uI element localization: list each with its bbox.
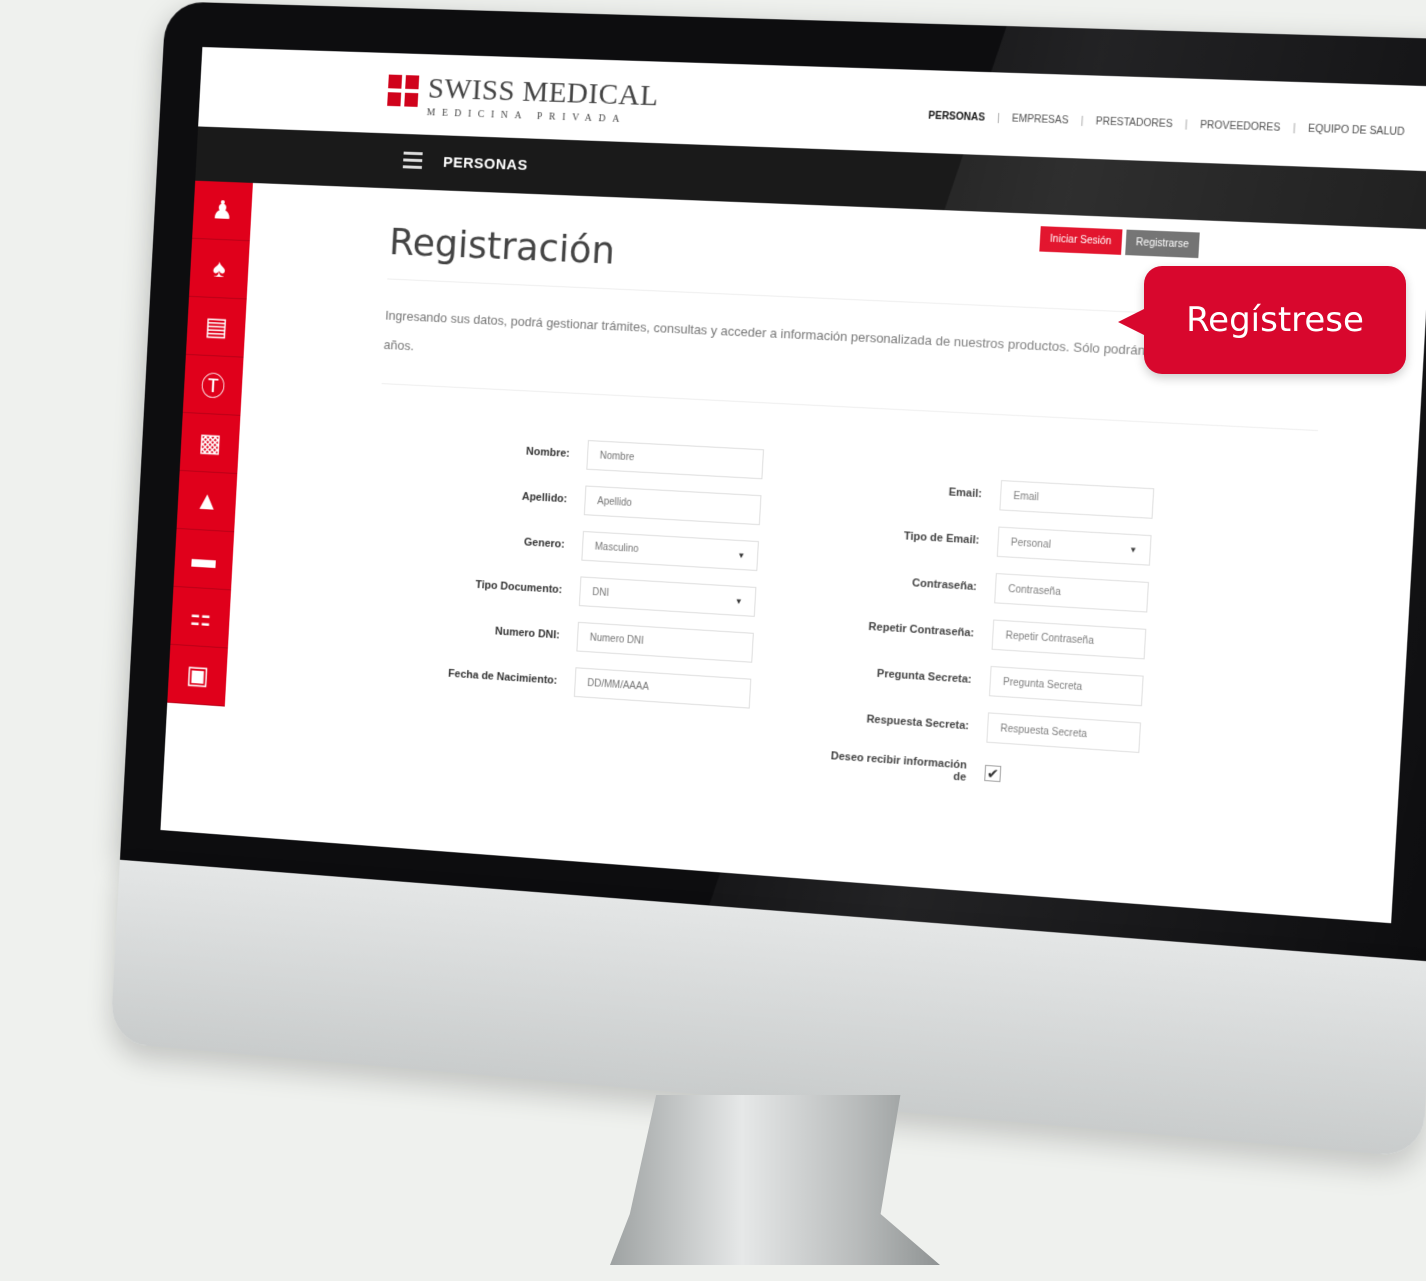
field-label: Tipo de Email: bbox=[903, 530, 980, 547]
form-row-fecha-nacimiento: Fecha de Nacimiento: bbox=[365, 654, 752, 709]
divider: | bbox=[1080, 115, 1084, 128]
form-row-pregunta-secreta: Pregunta Secreta: bbox=[821, 655, 1144, 707]
field-label: Pregunta Secreta: bbox=[876, 667, 972, 686]
apellido-input[interactable] bbox=[583, 485, 762, 526]
form-row-genero: Genero: Masculino ▼ bbox=[373, 519, 759, 572]
form-column-left: Nombre: Apellido: Genero: Masculino ▼ bbox=[362, 429, 765, 768]
field-label: Nombre: bbox=[525, 445, 571, 460]
form-column-right: Email: Tipo de Email: Personal ▼ Contras… bbox=[816, 471, 1155, 796]
document-icon[interactable]: ▤ bbox=[185, 296, 247, 358]
form-row-respuesta-secreta: Respuesta Secreta: bbox=[818, 701, 1142, 754]
newsletter-checkbox[interactable]: ✔ bbox=[984, 764, 1002, 783]
chevron-down-icon: ▼ bbox=[1128, 544, 1138, 555]
field-label: Apellido: bbox=[521, 490, 568, 506]
numero-dni-input[interactable] bbox=[576, 621, 754, 663]
divider: | bbox=[1292, 123, 1296, 135]
form-row-tipo-email: Tipo de Email: Personal ▼ bbox=[828, 517, 1152, 566]
form-row-email: Email: bbox=[831, 471, 1155, 519]
email-input[interactable] bbox=[999, 480, 1155, 519]
field-label: Email: bbox=[948, 486, 983, 501]
field-label: Tipo Documento: bbox=[475, 578, 563, 597]
select-value: Personal bbox=[1010, 536, 1052, 551]
contrasena-input[interactable] bbox=[994, 573, 1149, 613]
register-callout: Regístrese bbox=[1118, 266, 1406, 374]
form-row-nombre: Nombre: bbox=[378, 429, 765, 480]
flask-icon[interactable]: ▲ bbox=[176, 470, 238, 533]
browser-screen: SWISS MEDICAL MEDICINA PRIVADA PERSONAS … bbox=[160, 47, 1426, 924]
brand-logo[interactable]: SWISS MEDICAL MEDICINA PRIVADA bbox=[387, 71, 660, 127]
form-row-numero-dni: Numero DNI: bbox=[368, 609, 754, 663]
field-label: Genero: bbox=[523, 536, 566, 551]
dollar-icon[interactable]: Ⓣ bbox=[182, 354, 244, 416]
respuesta-secreta-input[interactable] bbox=[986, 712, 1142, 754]
select-value: Masculino bbox=[594, 541, 639, 555]
group-icon[interactable]: ♠ bbox=[189, 238, 250, 300]
id-card-icon[interactable]: ▬ bbox=[173, 528, 235, 591]
field-label: Deseo recibir información de bbox=[830, 750, 968, 784]
top-link-personas[interactable]: PERSONAS bbox=[928, 111, 985, 124]
user-icon[interactable]: ♟ bbox=[192, 180, 253, 242]
monitor-bezel: SWISS MEDICAL MEDICINA PRIVADA PERSONAS … bbox=[119, 1, 1426, 961]
sidebar: ♟ ♠ ▤ Ⓣ ▩ ▲ ▬ ⚏ ▣ bbox=[167, 180, 253, 707]
card-clock-icon[interactable]: ▩ bbox=[179, 412, 241, 475]
repetir-contrasena-input[interactable] bbox=[991, 619, 1147, 660]
section-title: PERSONAS bbox=[442, 154, 529, 174]
brand-name: SWISS MEDICAL bbox=[427, 71, 660, 113]
field-label: Contraseña: bbox=[911, 577, 978, 594]
form-row-tipo-documento: Tipo Documento: DNI ▼ bbox=[370, 564, 757, 617]
pregunta-secreta-input[interactable] bbox=[988, 665, 1144, 707]
top-link-empresas[interactable]: EMPRESAS bbox=[1012, 113, 1069, 126]
field-label: Numero DNI: bbox=[494, 625, 561, 642]
tipo-email-select[interactable]: Personal ▼ bbox=[996, 526, 1152, 566]
cart-icon[interactable]: ⚏ bbox=[170, 586, 232, 649]
select-value: DNI bbox=[591, 586, 610, 599]
calendar-icon[interactable]: ▣ bbox=[167, 644, 228, 707]
monitor-stand bbox=[610, 1095, 940, 1265]
form-row-apellido: Apellido: bbox=[375, 474, 762, 526]
field-label: Repetir Contraseña: bbox=[868, 620, 975, 640]
divider: | bbox=[996, 112, 1001, 125]
hamburger-menu-icon[interactable] bbox=[402, 151, 423, 173]
registration-form: Nombre: Apellido: Genero: Masculino ▼ bbox=[362, 429, 1315, 807]
fecha-nacimiento-input[interactable] bbox=[573, 667, 752, 709]
form-row-newsletter: Deseo recibir información de ✔ bbox=[816, 749, 1139, 795]
chevron-down-icon: ▼ bbox=[737, 550, 746, 560]
genero-select[interactable]: Masculino ▼ bbox=[581, 530, 759, 572]
field-label: Fecha de Nacimiento: bbox=[447, 667, 558, 687]
field-label: Respuesta Secreta: bbox=[866, 713, 970, 733]
form-row-contrasena: Contraseña: bbox=[826, 563, 1149, 613]
chevron-down-icon: ▼ bbox=[734, 596, 744, 606]
logo-mark-icon bbox=[387, 74, 420, 107]
monitor: SWISS MEDICAL MEDICINA PRIVADA PERSONAS … bbox=[109, 1, 1426, 1188]
tipo-documento-select[interactable]: DNI ▼ bbox=[578, 576, 757, 617]
form-row-repetir-contrasena: Repetir Contraseña: bbox=[823, 609, 1147, 660]
nombre-input[interactable] bbox=[586, 440, 765, 480]
divider: | bbox=[1184, 119, 1188, 131]
